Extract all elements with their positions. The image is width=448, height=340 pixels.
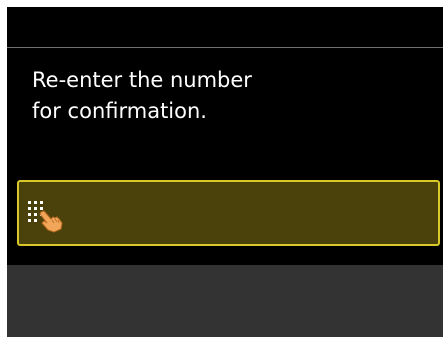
- message-line-1: Re-enter the number: [32, 68, 252, 92]
- keypad-tap-icon: [27, 199, 67, 233]
- confirmation-message: Re-enter the number for confirmation.: [32, 65, 422, 127]
- bottom-button-area: [7, 265, 443, 337]
- message-line-2: for confirmation.: [32, 99, 207, 123]
- number-entry-field[interactable]: [17, 180, 440, 246]
- top-bar: [7, 7, 443, 48]
- printer-panel-screen: Re-enter the number for confirmation.: [7, 7, 443, 337]
